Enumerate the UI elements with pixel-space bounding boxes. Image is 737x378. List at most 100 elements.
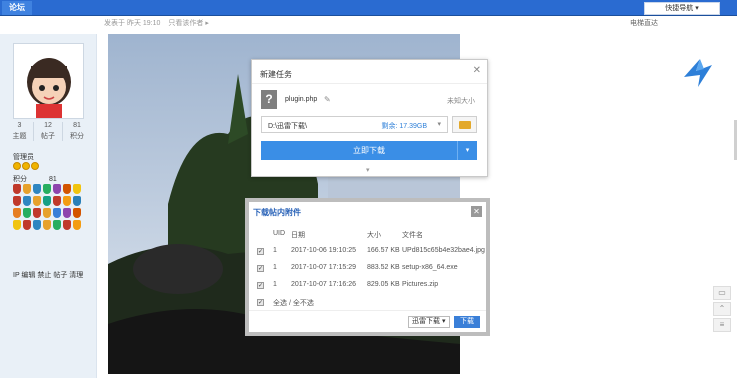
task-size: 未知大小	[447, 98, 475, 105]
user-stats: 3 主题 12 帖子 81 积分	[6, 122, 91, 141]
forum-top-bar: 论坛 快捷导航 ▾	[0, 0, 737, 16]
medal-icon[interactable]	[33, 184, 41, 194]
table-row[interactable]: ✓ 1 2017-10-07 17:15:29 883.52 KB setup-…	[253, 261, 486, 278]
admin-actions[interactable]: IP 编辑 禁止 帖子 清理	[13, 270, 83, 280]
save-path-select[interactable]: D:\迅雷下载\ 剩余: 17.39GB ▾	[261, 116, 448, 133]
jump-to-floor-link[interactable]: 电梯直达	[630, 18, 658, 28]
dialog-footer: 迅雷下载 ▾ 下载	[249, 310, 486, 332]
star-icon	[22, 162, 30, 170]
medal-icon[interactable]	[63, 220, 71, 230]
attachments-table: UID 日期 大小 文件名 ✓ 1 2017-10-06 19:10:25 16…	[253, 227, 486, 312]
medal-icon[interactable]	[73, 220, 81, 230]
chevron-down-icon: ▾	[437, 121, 441, 128]
save-path: D:\迅雷下载\	[268, 123, 307, 130]
free-space: 剩余: 17.39GB	[381, 123, 427, 130]
comment-icon[interactable]: ▭	[713, 286, 731, 300]
medal-icon[interactable]	[13, 196, 21, 206]
table-header: UID 日期 大小 文件名	[253, 227, 486, 244]
points-label: 积分	[13, 176, 27, 183]
new-task-dialog: 新建任务 ✕ ? plugin.php ✎ 未知大小 D:\迅雷下载\ 剩余: …	[251, 59, 488, 177]
medal-icon[interactable]	[63, 208, 71, 218]
medal-icon[interactable]	[33, 220, 41, 230]
edit-pencil-icon[interactable]: ✎	[324, 95, 331, 104]
stat-label: 积分	[70, 133, 84, 140]
medal-icon[interactable]	[13, 208, 21, 218]
table-row[interactable]: ✓ 1 2017-10-07 17:16:26 829.05 KB Pictur…	[253, 278, 486, 295]
medal-icon[interactable]	[43, 184, 51, 194]
medal-icon[interactable]	[23, 196, 31, 206]
thunder-bird-icon[interactable]	[680, 55, 716, 91]
avatar-image	[14, 44, 83, 118]
star-icon	[31, 162, 39, 170]
medal-icon[interactable]	[63, 184, 71, 194]
download-now-label: 立即下载	[353, 146, 385, 155]
medal-list	[13, 184, 85, 230]
medal-icon[interactable]	[13, 220, 21, 230]
stat-label: 主题	[12, 133, 27, 140]
download-button[interactable]: 下载	[454, 316, 480, 328]
row-uid: 1	[273, 264, 277, 271]
forum-tab[interactable]: 论坛	[2, 1, 32, 15]
medal-icon[interactable]	[43, 196, 51, 206]
downloader-select[interactable]: 迅雷下载 ▾	[408, 316, 450, 328]
stat-value: 12	[44, 122, 52, 129]
row-checkbox[interactable]: ✓	[257, 265, 264, 272]
medal-icon[interactable]	[53, 196, 61, 206]
row-size: 883.52 KB	[367, 264, 400, 271]
expand-more-icon[interactable]: ▾	[366, 166, 370, 174]
floating-toolbar: ▭ ⌃ ≡	[713, 286, 731, 334]
medal-icon[interactable]	[13, 184, 21, 194]
star-icon	[13, 162, 21, 170]
download-options-button[interactable]: ▾	[457, 141, 477, 160]
header-uid: UID	[273, 230, 286, 237]
medal-icon[interactable]	[23, 220, 31, 230]
folder-icon	[459, 121, 471, 129]
row-date: 2017-10-07 17:16:26	[291, 281, 356, 288]
list-icon[interactable]: ≡	[713, 318, 731, 332]
back-to-top-icon[interactable]: ⌃	[713, 302, 731, 316]
quick-nav-button[interactable]: 快捷导航 ▾	[644, 2, 720, 15]
post-meta: 发表于 昨天 19:10 只看该作者 ▸	[104, 18, 215, 28]
attachments-dialog: 下载帖内附件 ✕ UID 日期 大小 文件名 ✓ 1 2017-10-06 19…	[245, 198, 490, 336]
stat-threads[interactable]: 3 主题	[6, 122, 34, 141]
row-size: 166.57 KB	[367, 247, 400, 254]
row-checkbox[interactable]: ✓	[257, 248, 264, 255]
medal-icon[interactable]	[23, 208, 31, 218]
stat-credits[interactable]: 81 积分	[63, 122, 91, 141]
only-author-link[interactable]: 只看该作者 ▸	[168, 20, 208, 27]
medal-icon[interactable]	[23, 184, 31, 194]
select-all-label[interactable]: 全选 / 全不选	[273, 298, 314, 308]
medal-icon[interactable]	[73, 196, 81, 206]
table-row[interactable]: ✓ 1 2017-10-06 19:10:25 166.57 KB UPd815…	[253, 244, 486, 261]
medal-icon[interactable]	[53, 184, 61, 194]
row-checkbox[interactable]: ✓	[257, 282, 264, 289]
row-date: 2017-10-06 19:10:25	[291, 247, 356, 254]
unknown-file-icon: ?	[261, 90, 277, 109]
medal-icon[interactable]	[33, 208, 41, 218]
points-value: 81	[48, 176, 57, 183]
row-filename: Pictures.zip	[402, 281, 439, 288]
row-date: 2017-10-07 17:15:29	[291, 264, 356, 271]
user-sidebar: 3 主题 12 帖子 81 积分 管理员 积分 81 IP 编辑 禁止 帖子 清…	[0, 34, 97, 378]
medal-icon[interactable]	[73, 208, 81, 218]
row-filename: UPd815c65b4e32bae4.jpg	[402, 247, 485, 254]
close-icon[interactable]: ✕	[473, 65, 481, 76]
select-all-checkbox[interactable]: ✓	[257, 299, 264, 306]
medal-icon[interactable]	[73, 184, 81, 194]
avatar[interactable]	[13, 43, 84, 119]
medal-icon[interactable]	[43, 220, 51, 230]
download-now-button[interactable]: 立即下载 ▾	[261, 141, 477, 160]
medal-icon[interactable]	[33, 196, 41, 206]
user-points: 积分 81	[13, 174, 77, 184]
header-name: 文件名	[402, 232, 423, 239]
medal-icon[interactable]	[53, 220, 61, 230]
medal-icon[interactable]	[43, 208, 51, 218]
row-uid: 1	[273, 247, 277, 254]
user-role[interactable]: 管理员	[13, 152, 34, 162]
stat-posts[interactable]: 12 帖子	[35, 122, 63, 141]
medal-icon[interactable]	[63, 196, 71, 206]
browse-folder-button[interactable]	[452, 116, 477, 133]
stat-value: 81	[73, 122, 81, 129]
close-icon[interactable]: ✕	[471, 206, 482, 217]
medal-icon[interactable]	[53, 208, 61, 218]
